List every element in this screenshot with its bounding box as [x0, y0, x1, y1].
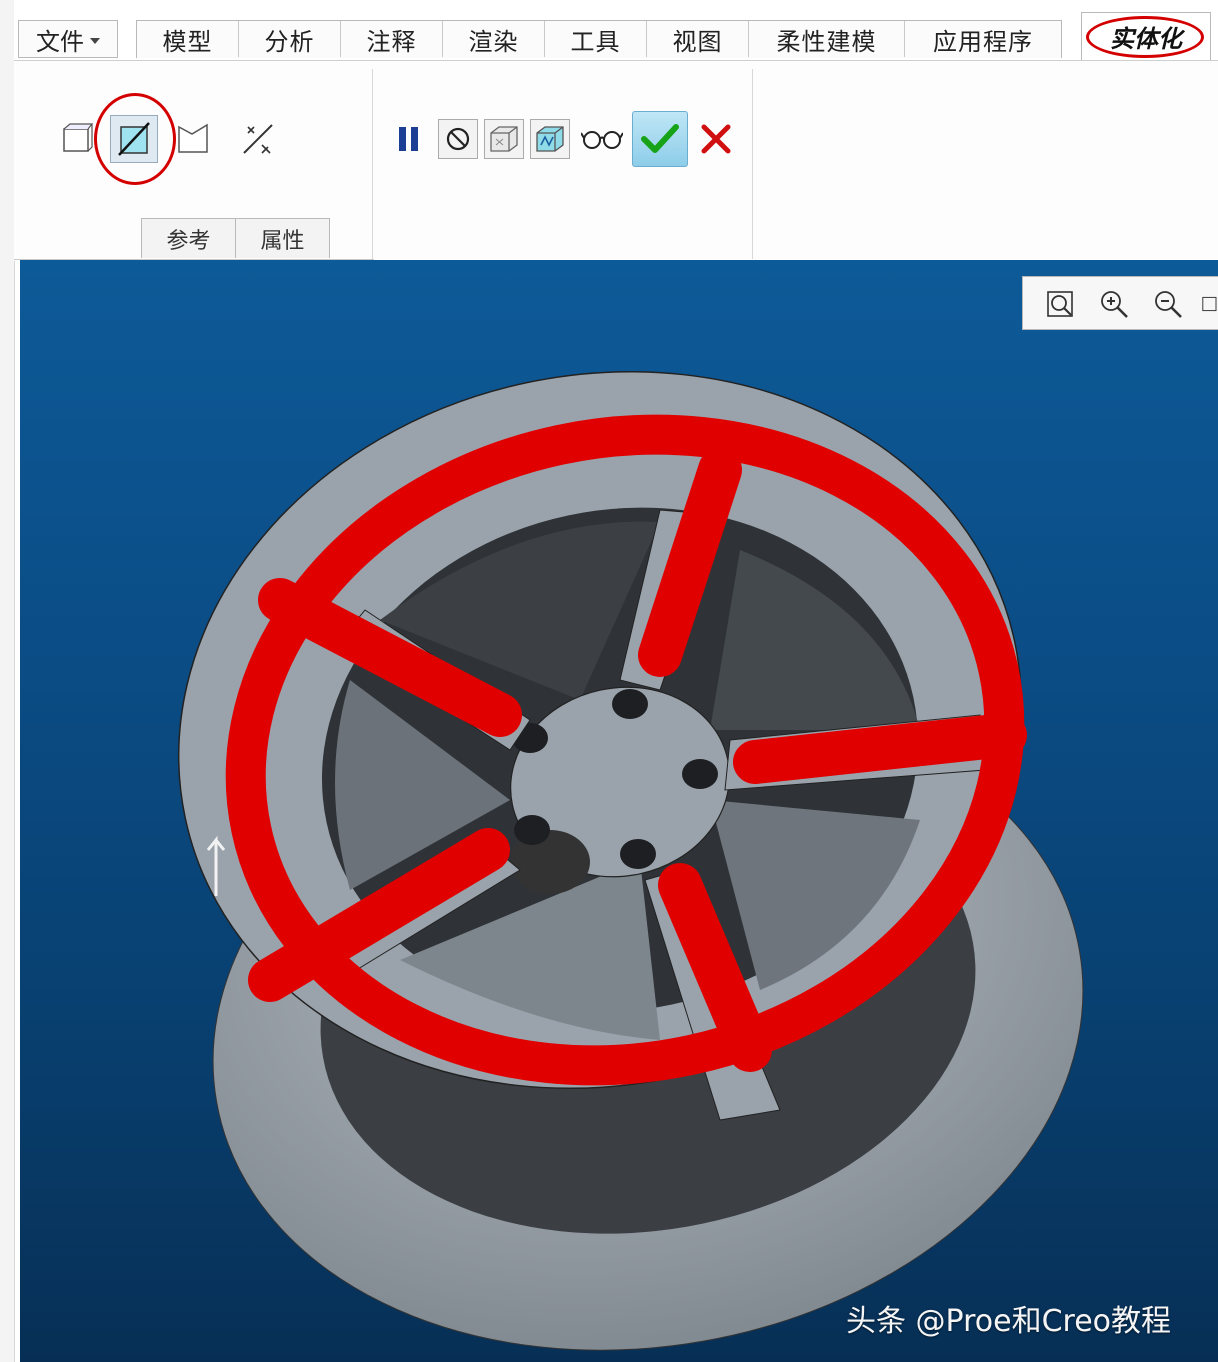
ok-check-icon[interactable] [632, 111, 688, 167]
red-annotation-circle [94, 93, 176, 185]
ribbon-subtabs: 参考 属性 [141, 218, 330, 258]
ribbon-tabs: 模型 分析 注释 渲染 工具 视图 柔性建模 应用程序 [136, 20, 1062, 58]
chevron-down-icon [90, 38, 100, 44]
tab-3[interactable]: 渲染 [443, 21, 545, 57]
graphics-viewport[interactable]: 头条 @Proe和Creo教程 [20, 260, 1218, 1362]
tab-0[interactable]: 模型 [137, 21, 239, 57]
file-menu-label: 文件 [36, 27, 84, 56]
watermark: 头条 @Proe和Creo教程 [846, 1304, 1172, 1339]
ribbon-panel: 参考 属性 [14, 60, 1218, 261]
verify-preview-icon[interactable] [530, 119, 570, 159]
tab-6[interactable]: 柔性建模 [749, 21, 905, 57]
ribbon-separator [372, 69, 373, 259]
flip-direction-icon[interactable] [238, 119, 278, 159]
subtab-1[interactable]: 属性 [235, 218, 330, 258]
tab-4[interactable]: 工具 [545, 21, 647, 57]
file-menu-button[interactable]: 文件 [18, 20, 118, 58]
refit-icon[interactable] [1041, 285, 1079, 323]
left-panel-edge [0, 0, 15, 1362]
tab-solidify[interactable]: 实体化 [1081, 12, 1211, 60]
subtab-0[interactable]: 参考 [141, 218, 236, 258]
tab-5[interactable]: 视图 [647, 21, 749, 57]
repaint-icon[interactable] [1201, 285, 1218, 323]
menu-bar: 文件 模型 分析 注释 渲染 工具 视图 柔性建模 应用程序 实体化 [14, 0, 1218, 60]
glasses-preview-icon[interactable] [580, 121, 624, 157]
ribbon-separator [752, 69, 753, 259]
tab-7[interactable]: 应用程序 [905, 21, 1061, 57]
zoom-out-icon[interactable] [1149, 285, 1187, 323]
tab-solidify-label: 实体化 [1110, 24, 1182, 53]
pause-icon[interactable] [392, 121, 426, 157]
view-toolbar [1022, 276, 1218, 330]
separate-preview-icon[interactable] [484, 119, 524, 159]
tab-1[interactable]: 分析 [239, 21, 341, 57]
wheel-model [177, 370, 1084, 1351]
zoom-in-icon[interactable] [1095, 285, 1133, 323]
cancel-x-icon[interactable] [696, 119, 736, 159]
solidify-fill-icon[interactable] [60, 119, 96, 157]
replace-surface-icon[interactable] [174, 119, 212, 159]
tab-2[interactable]: 注释 [341, 21, 443, 57]
no-preview-icon[interactable] [438, 119, 478, 159]
